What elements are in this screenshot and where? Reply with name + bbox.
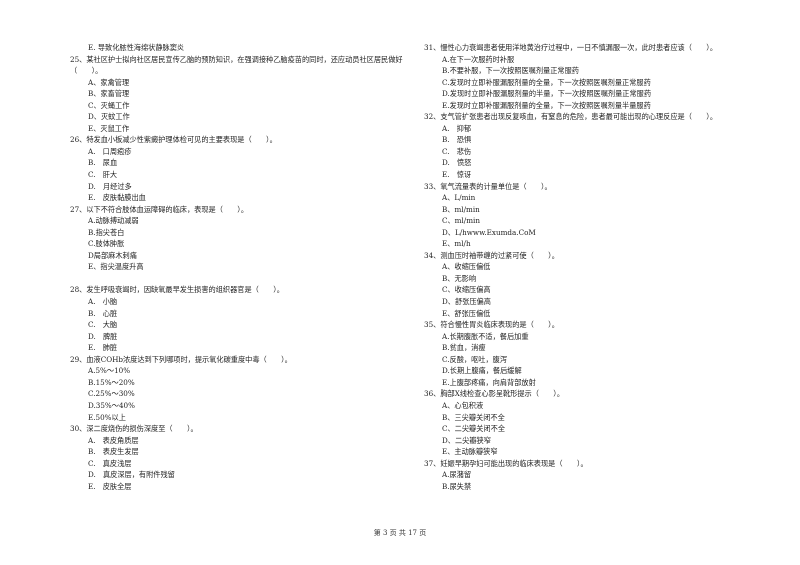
right-column: 31、慢性心力衰竭患者使用洋地黄治疗过程中，一日不慎漏服一次，此时患者应该（ ）…	[424, 42, 769, 492]
answer-option: D局部麻木刺痛	[88, 250, 137, 260]
answer-option: E.上腹部疼痛，向肩背部放射	[442, 377, 536, 387]
question-stem: 27、以下不符合肢体血运障碍的临床，表现是（ ）。	[70, 204, 249, 214]
question-block: 36、胸部X线检查心影呈靴形提示（ ）。 A、心包积液 B、三尖瓣关闭不全 C、二尖瓣…	[424, 388, 769, 457]
answer-option: B.15%～20%	[88, 377, 135, 387]
answer-option: B.尿失禁	[442, 481, 472, 491]
answer-option: C. 肝大	[88, 170, 118, 180]
answer-option: A.尿潴留	[442, 470, 472, 480]
answer-option: E. 惊讶	[442, 170, 472, 180]
page-footer: 第 3 页 共 17 页	[373, 529, 427, 537]
answer-option: A. 表皮角质层	[88, 435, 139, 445]
answer-option: A. 小脑	[88, 297, 118, 307]
answer-option: E、ml/h	[442, 239, 471, 249]
answer-option: A.动脉搏动减弱	[88, 216, 139, 226]
question-stem: 36、胸部X线检查心影呈靴形提示（ ）。	[424, 389, 565, 399]
question-block: 25、某社区护士拟向社区居民宣传乙脑的预防知识，在强调接种乙脑疫苗的同时，还应动…	[70, 54, 415, 135]
question-stem: 35、符合慢性胃炎临床表现的是（ ）。	[424, 320, 559, 330]
answer-option: D、L/hwww.Exumda.CoM	[442, 227, 536, 237]
question-block: 37、妊娠早期孕妇可能出现的临床表现是（ ）。 A.尿潴留 B.尿失禁	[424, 458, 769, 493]
question-block: 28、发生呼吸衰竭时，因缺氧最早发生损害的组织器官是（ ）。 A. 小脑 B. 心脏…	[70, 284, 415, 353]
answer-option: E. 导致化脓性海绵状静脉窦炎	[88, 43, 185, 52]
answer-option: C.25%～30%	[88, 389, 135, 399]
answer-option: B、三尖瓣关闭不全	[442, 412, 505, 422]
answer-option: D.发现时立即补服漏服剂量的半量，下一次按照医嘱剂量正常服药	[442, 89, 652, 99]
answer-option: A.长期腹胀不适，餐后加重	[442, 331, 529, 341]
answer-option: E、舒张压偏低	[442, 308, 491, 318]
question-stem: 25、某社区护士拟向社区居民宣传乙脑的预防知识，在强调接种乙脑疫苗的同时，还应动…	[70, 54, 403, 76]
answer-option: C、灭蝇工作	[88, 100, 130, 110]
answer-option: A. 口周疱疹	[88, 146, 132, 156]
question-stem: 30、深二度烧伤的损伤深度至（ ）。	[70, 424, 198, 434]
answer-option: A、收缩压偏低	[442, 262, 491, 272]
answer-option: C.发现时立即补服漏服剂量的全量，下一次按照医嘱剂量正常服药	[442, 77, 651, 87]
answer-option: D. 月经过多	[88, 181, 132, 191]
answer-option: D.35%～40%	[88, 400, 135, 410]
question-block: 30、深二度烧伤的损伤深度至（ ）。 A. 表皮角质层 B. 表皮生发层 C. 真皮浅…	[70, 423, 415, 492]
question-block: 27、以下不符合肢体血运障碍的临床，表现是（ ）。 A.动脉搏动减弱 B.指尖苍白 C…	[70, 204, 415, 285]
question-stem: 34、测血压时袖带缠的过紧可使（ ）。	[424, 250, 559, 260]
question-stem: 29、血液COHb浓度达到下列哪项时，提示氧化碳重度中毒（ ）。	[70, 354, 292, 364]
answer-option: C. 真皮浅层	[88, 458, 132, 468]
answer-option: B、无影响	[442, 273, 477, 283]
answer-option: D. 脾脏	[88, 331, 118, 341]
question-block: 33、氧气流量表的计量单位是（ ）。 A、L/min B、ml/min C、ml/mi…	[424, 181, 769, 250]
answer-option: E. 皮肤全层	[88, 481, 132, 491]
answer-option: B.指尖苍白	[88, 227, 125, 237]
answer-option: B. 尿血	[88, 158, 118, 168]
question-stem: 28、发生呼吸衰竭时，因缺氧最早发生损害的组织器官是（ ）。	[70, 285, 284, 295]
answer-option: D、舒张压偏高	[442, 297, 491, 307]
answer-option: B. 表皮生发层	[88, 447, 139, 457]
answer-option: B.贫血，消瘦	[442, 343, 486, 353]
question-block: 34、测血压时袖带缠的过紧可使（ ）。 A、收缩压偏低 B、无影响 C、收缩压偏高 D、…	[424, 250, 769, 319]
question-stem: 32、支气管扩张患者出现反复咳血，有窒息的危险，患者最可能出现的心理反应是（ ）…	[424, 112, 718, 122]
answer-option: B、家畜管理	[88, 89, 130, 99]
answer-option: B、ml/min	[442, 204, 480, 214]
answer-option: A.5%～10%	[88, 366, 131, 376]
question-stem: 31、慢性心力衰竭患者使用洋地黄治疗过程中，一日不慎漏服一次，此时患者应该（ ）…	[424, 43, 718, 52]
answer-option: B.不要补服，下一次按照医嘱剂量正常服药	[442, 66, 579, 76]
answer-option: C.肢体肿胀	[88, 239, 125, 249]
question-block: 29、血液COHb浓度达到下列哪项时，提示氧化碳重度中毒（ ）。 A.5%～10%…	[70, 354, 415, 423]
answer-option: C、二尖瓣关闭不全	[442, 424, 506, 434]
answer-option: D. 真皮深层，有附件残留	[88, 470, 175, 480]
question-block: 32、支气管扩张患者出现反复咳血，有窒息的危险，患者最可能出现的心理反应是（ ）…	[424, 111, 769, 180]
question-block: 26、特发血小板减少性紫癜护理体检可见的主要表现是（ ）。 A. 口周疱疹 B. 尿…	[70, 134, 415, 203]
answer-option: B. 恐惧	[442, 135, 472, 145]
answer-option: D、二尖瓣狭窄	[442, 435, 491, 445]
answer-option: A.在下一次服药时补服	[442, 54, 515, 64]
answer-option: C、ml/min	[442, 216, 480, 226]
answer-option: E. 肺脏	[88, 343, 118, 353]
question-stem: 33、氧气流量表的计量单位是（ ）。	[424, 181, 552, 191]
answer-option: C、收缩压偏高	[442, 285, 491, 295]
question-block: 35、符合慢性胃炎临床表现的是（ ）。 A.长期腹胀不适，餐后加重 B.贫血，消瘦 C…	[424, 319, 769, 388]
answer-option: B. 心脏	[88, 308, 118, 318]
answer-option: A. 抑郁	[442, 123, 472, 133]
answer-option: E、灭鼠工作	[88, 123, 130, 133]
answer-option: C.反酸，呕吐，腹泻	[442, 354, 508, 364]
answer-option: D.长期上腹痛，餐后缓解	[442, 366, 522, 376]
question-block: 31、慢性心力衰竭患者使用洋地黄治疗过程中，一日不慎漏服一次，此时患者应该（ ）…	[424, 42, 769, 111]
answer-option: A、心包积液	[442, 400, 484, 410]
answer-option: E. 皮肤黏膜出血	[88, 193, 146, 203]
answer-option: A、L/min	[442, 193, 476, 203]
answer-option: E.发现时立即补服漏服剂量的全量，下一次按照医嘱剂量半量服药	[442, 100, 651, 110]
question-block: E. 导致化脓性海绵状静脉窦炎	[70, 42, 415, 54]
answer-option: E.50%以上	[88, 412, 126, 422]
answer-option: C. 大脑	[88, 320, 118, 330]
answer-option: D、灭蚊工作	[88, 112, 130, 122]
answer-option: A、家禽管理	[88, 77, 130, 87]
question-stem: 37、妊娠早期孕妇可能出现的临床表现是（ ）。	[424, 458, 588, 468]
answer-option: E、主动脉瓣狭窄	[442, 447, 498, 457]
question-stem: 26、特发血小板减少性紫癜护理体检可见的主要表现是（ ）。	[70, 135, 277, 145]
left-column: E. 导致化脓性海绵状静脉窦炎 25、某社区护士拟向社区居民宣传乙脑的预防知识，在…	[70, 42, 415, 492]
answer-option: E、指尖温度升高	[88, 262, 144, 272]
answer-option: C. 悲伤	[442, 146, 472, 156]
answer-option: D. 愤怒	[442, 158, 472, 168]
